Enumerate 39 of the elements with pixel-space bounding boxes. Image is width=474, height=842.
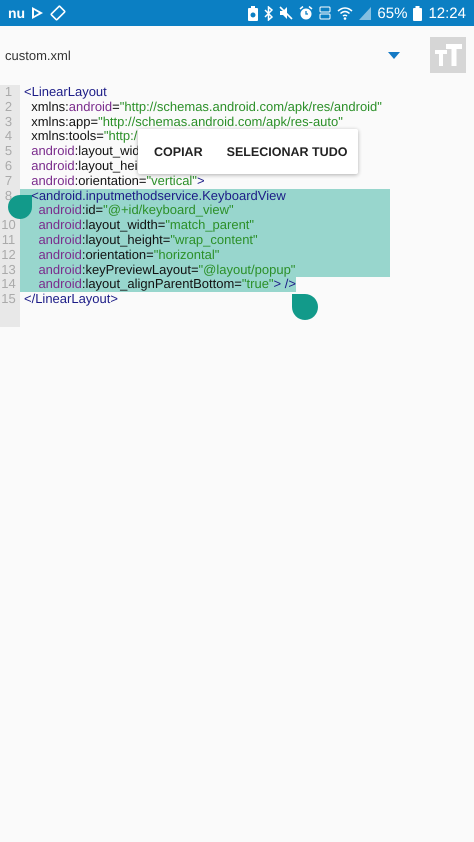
line-number: 10 [0, 218, 20, 233]
mute-icon [279, 6, 294, 20]
line-number: 14 [0, 277, 20, 292]
line-number: 7 [0, 174, 20, 189]
battery-percent: 65% [377, 4, 408, 22]
line-number: 1 [0, 85, 20, 100]
alarm-icon [299, 6, 314, 20]
line-number: 11 [0, 232, 20, 248]
battery-saver-icon [248, 6, 258, 20]
line-number: 2 [0, 100, 20, 115]
menu-item[interactable]: SELECIONAR TUDO [218, 140, 356, 162]
code-line: android:layout_wid [30, 144, 140, 159]
line-number: 15 [0, 292, 20, 307]
dropdown-caret-icon[interactable] [388, 52, 400, 58]
line-number: 13 [0, 262, 20, 278]
line-number: 5 [0, 144, 20, 159]
code-line: android:orientation="vertical"> [30, 174, 205, 189]
clock-time: 12:24 [428, 4, 466, 22]
wifi-icon [337, 6, 354, 20]
menu-item[interactable]: COPIAR [146, 140, 211, 162]
line-number: 3 [0, 114, 20, 130]
selection-end-handle[interactable] [292, 294, 318, 320]
code-line: xmlns:android="http://schemas.android.com/apk/res/android" [31, 100, 382, 115]
line-number: 12 [0, 248, 20, 263]
line-number: 4 [0, 129, 20, 144]
signal-icon [359, 6, 372, 20]
code-line: <LinearLayout [23, 85, 107, 100]
volte-icon [319, 6, 332, 20]
code-line: </LinearLayout> [23, 292, 118, 307]
code-line: xmlns:app="http://schemas.android.com/apk/res-auto" [30, 114, 343, 130]
notification-text: nu [8, 5, 26, 21]
line-number: 6 [0, 158, 20, 174]
rotate-icon [50, 5, 66, 21]
file-name-dropdown[interactable]: custom.xml [5, 48, 388, 62]
battery-icon [413, 6, 422, 20]
code-line: xmlns:tools="http:/ [30, 129, 138, 144]
play-icon [31, 6, 44, 20]
bluetooth-icon [264, 6, 274, 20]
code-line: android:layout_hei [30, 158, 138, 174]
